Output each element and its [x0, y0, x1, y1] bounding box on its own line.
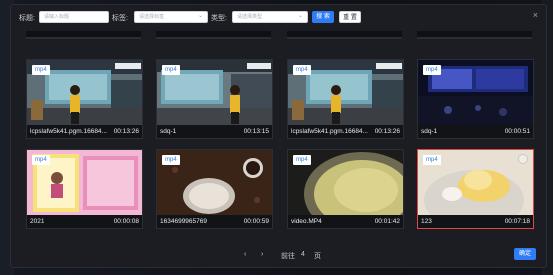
type-filter-label: 类型: — [211, 15, 227, 22]
video-name: sdq-1 — [160, 128, 177, 135]
video-duration: 00:00:08 — [113, 218, 139, 225]
video-name: 2021 — [30, 218, 45, 225]
video-meta: video.MP4 00:01:42 — [288, 215, 403, 228]
format-badge: mp4 — [162, 155, 180, 165]
video-duration: 00:01:42 — [374, 218, 400, 225]
video-duration: 00:13:15 — [243, 128, 269, 135]
next-page-icon[interactable]: › — [261, 251, 263, 258]
video-duration: 00:00:51 — [504, 128, 530, 135]
video-meta: lcpslafw5k41.pgm.16684... 00:13:26 — [288, 125, 403, 138]
video-grid[interactable]: mp4 lcpslafw5k41.pgm.16684... 00:13:26 m… — [25, 31, 537, 231]
format-badge: mp4 — [32, 155, 50, 165]
selection-check-icon[interactable] — [518, 154, 528, 164]
page-suffix: 页 — [314, 253, 321, 260]
video-duration: 00:13:26 — [374, 128, 400, 135]
video-name: lcpslafw5k41.pgm.16684... — [30, 128, 107, 135]
video-card[interactable]: mp4 sdq-1 00:00:51 — [417, 59, 534, 139]
format-badge: mp4 — [423, 65, 441, 75]
video-name: video.MP4 — [291, 218, 322, 225]
type-select[interactable]: 请选择类型 ⌄ — [232, 11, 308, 23]
video-duration: 00:07:18 — [504, 218, 530, 225]
video-meta: 1634699965769 00:00:59 — [157, 215, 272, 228]
filter-bar: 标题: 请输入标题 标签: 请选择标签 ⌄ 类型: 请选择类型 ⌄ 搜 索 重 … — [11, 5, 546, 31]
tag-filter-label: 标签: — [112, 15, 128, 22]
title-filter-label: 标题: — [19, 15, 35, 22]
search-button[interactable]: 搜 索 — [312, 11, 334, 23]
format-badge: mp4 — [293, 65, 311, 75]
chevron-down-icon: ⌄ — [197, 13, 203, 19]
video-card[interactable]: mp4 lcpslafw5k41.pgm.16684... 00:13:26 — [287, 59, 404, 139]
video-card[interactable]: mp4 2021 00:00:08 — [26, 149, 143, 229]
goto-label: 前往 — [281, 253, 295, 260]
video-meta: 2021 00:00:08 — [27, 215, 142, 228]
video-picker-dialog: 标题: 请输入标题 标签: 请选择标签 ⌄ 类型: 请选择类型 ⌄ 搜 索 重 … — [10, 4, 547, 268]
format-badge: mp4 — [162, 65, 180, 75]
page-input[interactable]: 4 — [301, 251, 305, 258]
confirm-button[interactable]: 确定 — [514, 248, 536, 260]
video-meta: sdq-1 00:00:51 — [418, 125, 533, 138]
type-select-placeholder: 请选择类型 — [237, 14, 263, 20]
video-duration: 00:00:59 — [243, 218, 269, 225]
prev-page-icon[interactable]: ‹ — [244, 251, 246, 258]
video-name: lcpslafw5k41.pgm.16684... — [291, 128, 368, 135]
video-meta: 123 00:07:18 — [418, 215, 533, 228]
video-name: 123 — [421, 218, 432, 225]
video-name: sdq-1 — [421, 128, 438, 135]
video-card[interactable]: mp4 sdq-1 00:13:15 — [156, 59, 273, 139]
title-input[interactable]: 请输入标题 — [39, 11, 109, 23]
format-badge: mp4 — [32, 65, 50, 75]
chevron-down-icon: ⌄ — [297, 13, 303, 19]
close-icon[interactable]: × — [533, 10, 538, 20]
tag-select-placeholder: 请选择标签 — [139, 14, 165, 20]
reset-button[interactable]: 重 置 — [339, 11, 361, 23]
format-badge: mp4 — [293, 155, 311, 165]
video-duration: 00:13:26 — [113, 128, 139, 135]
video-meta: sdq-1 00:13:15 — [157, 125, 272, 138]
tag-select[interactable]: 请选择标签 ⌄ — [134, 11, 208, 23]
video-card[interactable]: mp4 1634699965769 00:00:59 — [156, 149, 273, 229]
format-badge: mp4 — [423, 155, 441, 165]
video-card[interactable]: mp4 video.MP4 00:01:42 — [287, 149, 404, 229]
video-card-selected[interactable]: mp4 123 00:07:18 — [417, 149, 534, 229]
video-card[interactable]: mp4 lcpslafw5k41.pgm.16684... 00:13:26 — [26, 59, 143, 139]
title-input-placeholder: 请输入标题 — [44, 14, 70, 20]
pagination: ‹ › 前往 4 页 — [11, 249, 546, 263]
video-meta: lcpslafw5k41.pgm.16684... 00:13:26 — [27, 125, 142, 138]
video-name: 1634699965769 — [160, 218, 207, 225]
